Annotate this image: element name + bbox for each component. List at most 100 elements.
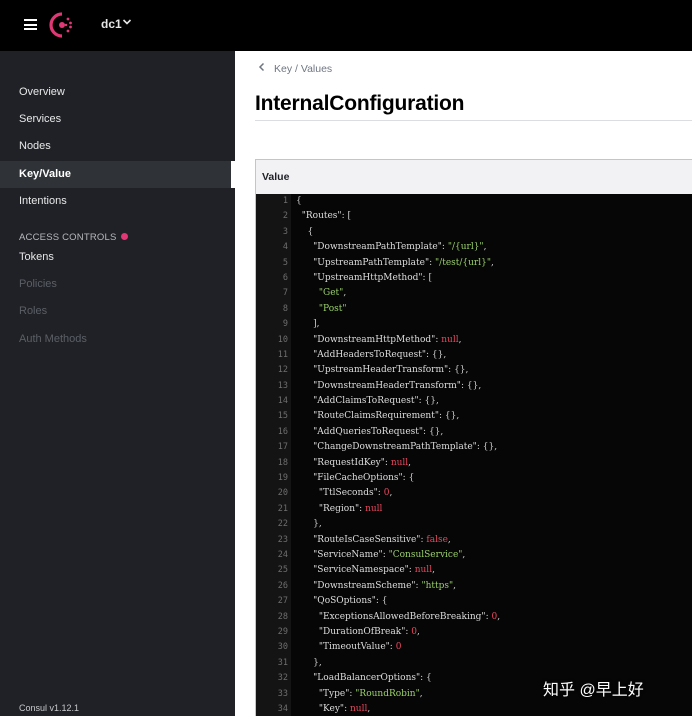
- code-line: 10 "DownstreamHttpMethod": null,: [256, 333, 692, 348]
- code-text: "RouteClaimsRequirement": {},: [313, 411, 460, 422]
- line-number: 19: [277, 473, 288, 484]
- code-text: },: [296, 657, 322, 668]
- top-bar: dc1: [0, 0, 692, 51]
- code-text: "DownstreamScheme": "https",: [313, 580, 457, 591]
- sidebar-item-auth-methods: Auth Methods: [19, 333, 87, 345]
- code-line: 14 "AddClaimsToRequest": {},: [256, 394, 692, 409]
- code-text: "FileCacheOptions": {: [313, 473, 415, 484]
- line-number: 24: [277, 549, 288, 560]
- breadcrumb[interactable]: Key / Values: [258, 62, 332, 75]
- sidebar-item-intentions[interactable]: Intentions: [0, 188, 235, 215]
- line-number: 13: [277, 380, 288, 391]
- breadcrumb-link[interactable]: Key / Values: [274, 63, 332, 75]
- code-text: "DownstreamHeaderTransform": {},: [313, 380, 482, 391]
- code-text: },: [296, 519, 322, 530]
- page-title: InternalConfiguration: [255, 92, 465, 115]
- line-number: 17: [277, 442, 288, 453]
- line-number: 10: [277, 334, 288, 345]
- code-line: 15 "RouteClaimsRequirement": {},: [256, 409, 692, 424]
- line-number: 34: [277, 703, 288, 714]
- sidebar-item-nodes[interactable]: Nodes: [0, 133, 235, 160]
- code-text: "TtlSeconds": 0,: [318, 488, 393, 499]
- code-text: "DurationOfBreak": 0,: [318, 626, 420, 637]
- code-text: "Key": null,: [318, 703, 371, 714]
- line-number: 7: [282, 288, 288, 299]
- code-line: 28 "ExceptionsAllowedBeforeBreaking": 0,: [256, 610, 692, 625]
- sidebar-item-overview[interactable]: Overview: [0, 79, 235, 106]
- code-text: "AddHeadersToRequest": {},: [313, 349, 447, 360]
- code-text: "Region": null: [318, 503, 383, 514]
- line-number: 33: [277, 688, 288, 699]
- code-text: "UpstreamPathTemplate": "/test/{url}",: [313, 257, 494, 268]
- line-number: 15: [277, 411, 288, 422]
- sidebar-item-tokens[interactable]: Tokens: [0, 244, 235, 271]
- sidebar-item-roles: Roles: [19, 305, 48, 317]
- sidebar: Overview Services Nodes Key/Value Intent…: [0, 51, 235, 716]
- code-line: 18 "RequestIdKey": null,: [256, 456, 692, 471]
- code-line: 17 "ChangeDownstreamPathTemplate": {},: [256, 440, 692, 455]
- code-text: "RequestIdKey": null,: [313, 457, 412, 468]
- code-text: ],: [296, 319, 320, 330]
- code-line: 9 ],: [256, 317, 692, 332]
- code-text: {: [296, 226, 314, 237]
- code-text: "AddClaimsToRequest": {},: [313, 396, 439, 407]
- line-number: 16: [277, 426, 288, 437]
- chevron-left-icon[interactable]: [258, 62, 266, 72]
- line-number: 3: [282, 226, 288, 237]
- code-line: 25 "ServiceNamespace": null,: [256, 563, 692, 578]
- code-text: {: [296, 196, 302, 206]
- sidebar-item-key-value[interactable]: Key/Value: [0, 161, 235, 188]
- datacenter-selector[interactable]: dc1: [101, 17, 122, 31]
- code-text: "ChangeDownstreamPathTemplate": {},: [313, 442, 498, 453]
- line-number: 14: [277, 396, 288, 407]
- code-text: "DownstreamHttpMethod": null,: [313, 334, 462, 345]
- version-label: Consul v1.12.1: [19, 703, 80, 713]
- code-text: "UpstreamHttpMethod": [: [313, 272, 432, 283]
- line-number: 22: [277, 519, 288, 530]
- code-line: 29 "DurationOfBreak": 0,: [256, 625, 692, 640]
- code-line: 20 "TtlSeconds": 0,: [256, 486, 692, 501]
- code-line: 4 "DownstreamPathTemplate": "/{url}",: [256, 240, 692, 255]
- code-text: "ExceptionsAllowedBeforeBreaking": 0,: [318, 611, 501, 622]
- code-line: 30 "TimeoutValue": 0: [256, 640, 692, 655]
- code-text: "DownstreamPathTemplate": "/{url}",: [313, 242, 487, 253]
- consul-logo-icon[interactable]: [49, 12, 75, 38]
- line-number: 31: [277, 657, 288, 668]
- code-line: 21 "Region": null: [256, 502, 692, 517]
- sidebar-item-policies: Policies: [19, 278, 57, 290]
- line-number: 32: [277, 673, 288, 684]
- code-text: "ServiceNamespace": null,: [313, 565, 435, 576]
- title-divider: [255, 120, 692, 121]
- value-label: Value: [256, 160, 692, 195]
- code-editor[interactable]: 1{2 "Routes": [3 {4 "DownstreamPathTempl…: [256, 194, 692, 716]
- code-line: 1{: [256, 194, 692, 209]
- menu-icon[interactable]: [24, 19, 37, 30]
- code-line: 8 "Post": [256, 302, 692, 317]
- line-number: 9: [282, 319, 288, 330]
- code-line: 16 "AddQueriesToRequest": {},: [256, 425, 692, 440]
- code-content[interactable]: 1{2 "Routes": [3 {4 "DownstreamPathTempl…: [256, 194, 692, 716]
- line-number: 29: [277, 626, 288, 637]
- code-line: 34 "Key": null,: [256, 702, 692, 716]
- line-number: 30: [277, 642, 288, 653]
- access-controls-label: ACCESS CONTROLS: [19, 232, 117, 243]
- line-number: 21: [277, 503, 288, 514]
- code-text: "RouteIsCaseSensitive": false,: [313, 534, 451, 545]
- code-line: 24 "ServiceName": "ConsulService",: [256, 548, 692, 563]
- code-line: 3 {: [256, 225, 692, 240]
- chevron-down-icon[interactable]: [122, 17, 132, 27]
- code-line: 22 },: [256, 517, 692, 532]
- line-number: 2: [282, 211, 288, 222]
- line-number: 1: [282, 196, 288, 206]
- code-text: "Type": "RoundRobin",: [318, 688, 423, 699]
- code-line: 19 "FileCacheOptions": {: [256, 471, 692, 486]
- code-text: "Post": [318, 303, 347, 314]
- line-number: 6: [282, 272, 288, 283]
- code-line: 5 "UpstreamPathTemplate": "/test/{url}",: [256, 256, 692, 271]
- code-line: 26 "DownstreamScheme": "https",: [256, 579, 692, 594]
- sidebar-item-services[interactable]: Services: [0, 106, 235, 133]
- code-text: "QoSOptions": {: [313, 596, 388, 607]
- code-line: 11 "AddHeadersToRequest": {},: [256, 348, 692, 363]
- line-number: 5: [282, 257, 288, 268]
- line-number: 23: [277, 534, 288, 545]
